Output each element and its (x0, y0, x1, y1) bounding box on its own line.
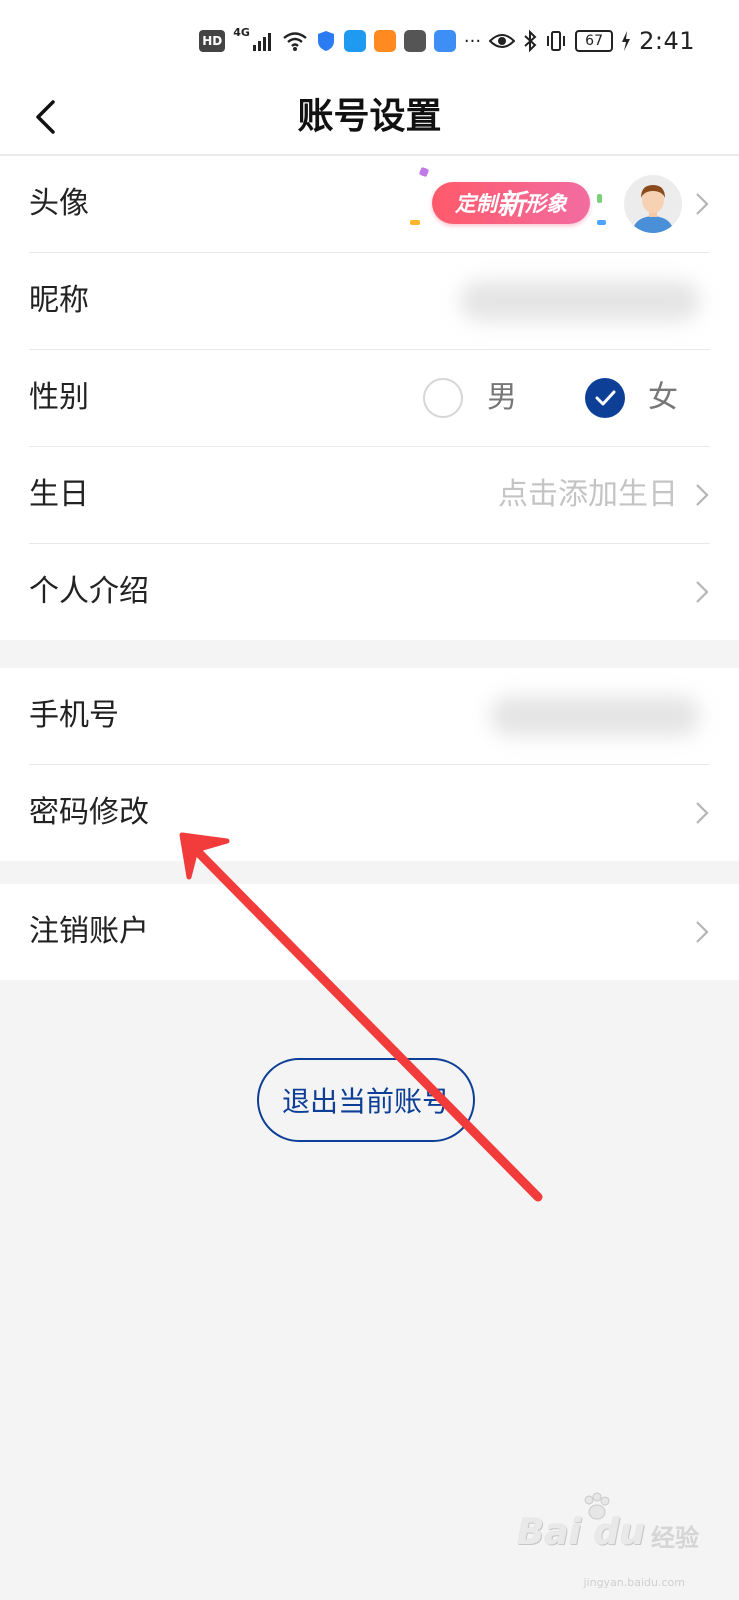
password-row[interactable]: 密码修改 (29, 765, 710, 861)
nickname-label: 昵称 (29, 283, 89, 318)
cancel-account-label: 注销账户 (29, 914, 149, 949)
avatar[interactable] (624, 175, 682, 233)
video-app-icon (373, 30, 396, 52)
avatar-label: 头像 (29, 186, 89, 221)
chevron-right-icon (696, 193, 709, 215)
gender-label: 性别 (29, 380, 89, 415)
gender-row: 性别 男 女 (29, 350, 710, 447)
chevron-right-icon (696, 581, 709, 603)
status-icons: HD 4G ··· 67 2:41 (199, 26, 695, 56)
password-label: 密码修改 (29, 795, 149, 830)
huawei-app-icon (403, 30, 426, 52)
signal-icon (252, 33, 271, 51)
gender-female-label[interactable]: 女 (648, 350, 678, 446)
clock: 2:41 (639, 27, 695, 55)
watermark-cn: 经验 (651, 1524, 699, 1552)
weather-app-icon (433, 30, 456, 52)
profile-group: 头像 定制 新 形象 昵称 性别 男 女 生日 点击添加生日 个人介绍 (0, 156, 739, 640)
vibrate-icon (547, 31, 566, 51)
confetti-decoration (597, 194, 602, 203)
battery-indicator: 67 (575, 30, 614, 52)
charging-icon (622, 31, 631, 51)
confetti-decoration (597, 220, 606, 225)
shield-app-icon (317, 31, 334, 51)
confetti-decoration (410, 220, 420, 225)
watermark-url: jingyan.baidu.com (583, 1576, 685, 1589)
chevron-right-icon (696, 921, 709, 943)
promo-text-tail: 形象 (525, 192, 567, 216)
logout-button[interactable]: 退出当前账号 (257, 1058, 475, 1142)
intro-label: 个人介绍 (29, 574, 149, 609)
confetti-decoration (418, 166, 430, 178)
intro-row[interactable]: 个人介绍 (29, 544, 710, 640)
gender-female-radio[interactable] (585, 378, 625, 418)
wifi-icon (283, 32, 307, 51)
nickname-value-redacted (460, 281, 700, 321)
bluetooth-icon (524, 29, 537, 53)
cancel-group: 注销账户 (0, 884, 739, 980)
phone-row[interactable]: 手机号 (29, 668, 710, 765)
gender-male-radio[interactable] (423, 378, 463, 418)
birthday-row[interactable]: 生日 点击添加生日 (29, 447, 710, 544)
baidu-watermark: Bai du 经验 (517, 1492, 699, 1553)
user-avatar-icon (632, 185, 674, 233)
chevron-right-icon (696, 484, 709, 506)
promo-text-small: 定制 (454, 192, 497, 216)
chevron-right-icon (696, 802, 709, 824)
paw-icon (584, 1492, 610, 1520)
birthday-label: 生日 (29, 477, 89, 512)
status-bar: HD 4G ··· 67 2:41 (0, 0, 739, 80)
promo-text-big: 新 (496, 188, 525, 221)
phone-label: 手机号 (29, 698, 119, 733)
avatar-row[interactable]: 头像 定制 新 形象 (29, 156, 710, 253)
network-type: 4G (233, 26, 250, 39)
more-notifications-icon: ··· (463, 30, 482, 52)
hd-badge: HD (199, 30, 226, 52)
phone-value-redacted (490, 696, 700, 736)
nickname-row[interactable]: 昵称 (29, 253, 710, 350)
page-title: 账号设置 (297, 96, 442, 137)
search-app-icon (343, 30, 366, 52)
cancel-account-row[interactable]: 注销账户 (29, 884, 710, 980)
customize-avatar-badge[interactable]: 定制 新 形象 (432, 182, 590, 224)
birthday-hint: 点击添加生日 (498, 477, 678, 512)
check-icon (595, 390, 616, 406)
security-group: 手机号 密码修改 (0, 668, 739, 861)
nav-header: 账号设置 (0, 80, 739, 154)
eye-icon (489, 34, 516, 48)
gender-male-label[interactable]: 男 (487, 350, 517, 446)
